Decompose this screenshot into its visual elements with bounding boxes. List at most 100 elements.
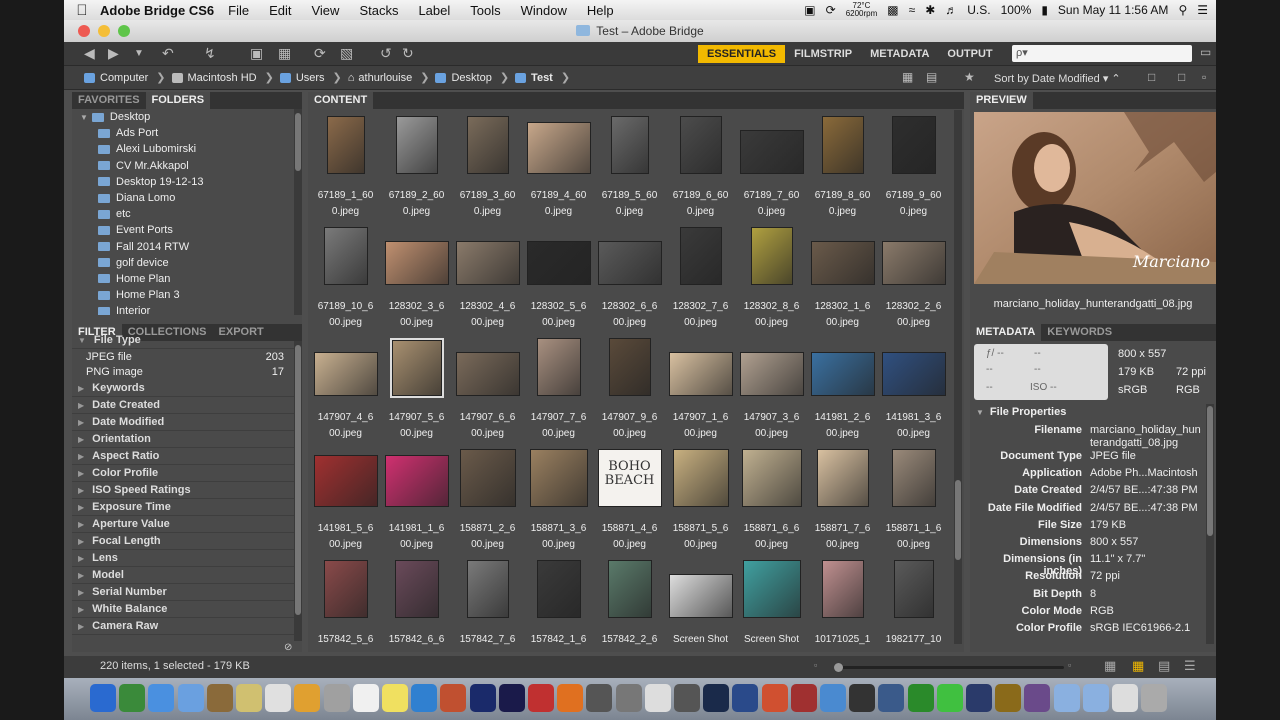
close-window-button[interactable] — [78, 25, 90, 37]
view-options-icon[interactable]: ▤ — [926, 70, 937, 84]
folder-item[interactable]: Home Plan — [72, 271, 302, 287]
filter-model[interactable]: ▶ Model — [72, 567, 294, 584]
tab-preview[interactable]: PREVIEW — [970, 92, 1033, 109]
forward-icon[interactable]: ▶ — [108, 45, 119, 62]
thumbnail-image[interactable] — [893, 560, 934, 618]
breadcrumb-computer[interactable]: Computer — [84, 72, 148, 84]
thumbnail-image[interactable] — [810, 352, 875, 396]
thumbnail-image[interactable] — [610, 116, 649, 174]
sync-icon[interactable]: ⟳ — [826, 3, 836, 17]
folder-item[interactable]: Ads Port — [72, 125, 302, 141]
thumbnail-image[interactable] — [821, 560, 864, 618]
breadcrumb-desktop[interactable]: Desktop — [435, 72, 492, 84]
dock-app-icon[interactable] — [966, 684, 992, 712]
thumbnail-item[interactable]: 158871_2_6 00.jpeg — [452, 443, 523, 554]
thumbnail-image[interactable] — [466, 116, 509, 174]
dock-app-icon[interactable] — [411, 684, 438, 712]
thumbnail-item[interactable]: 141981_5_6 00.jpeg — [310, 443, 381, 554]
folder-item[interactable]: CV Mr.Akkapol — [72, 158, 302, 174]
file-properties-header[interactable]: ▼ File Properties — [976, 406, 1066, 418]
folder-item[interactable]: Alexi Lubomirski — [72, 141, 302, 157]
dock-app-icon[interactable] — [1141, 684, 1168, 712]
back-icon[interactable]: ◀ — [84, 45, 95, 62]
thumbnail-item[interactable]: 128302_8_6 00.jpeg — [736, 221, 807, 332]
rotate-right-icon[interactable]: ↻ — [402, 45, 414, 62]
dock-app-icon[interactable] — [849, 684, 876, 712]
thumbnail-item[interactable]: 158871_1_6 00.jpeg — [878, 443, 948, 554]
thumbnail-item[interactable]: 158871_3_6 00.jpeg — [523, 443, 594, 554]
workspace-filmstrip[interactable]: FILMSTRIP — [785, 45, 861, 63]
thumbnail-item[interactable]: 128302_7_6 00.jpeg — [665, 221, 736, 332]
thumbnail-item[interactable]: 157842_6_6 — [381, 554, 452, 648]
filter-date-created[interactable]: ▶ Date Created — [72, 397, 294, 414]
thumbnail-item[interactable]: 67189_1_60 0.jpeg — [310, 110, 381, 221]
thumbnail-item[interactable]: Screen Shot — [665, 554, 736, 648]
thumbnail-item[interactable]: 157842_5_6 — [310, 554, 381, 648]
thumbnail-item[interactable]: 147907_9_6 00.jpeg — [594, 332, 665, 443]
thumbnail-item[interactable]: 1982177_10 — [878, 554, 948, 648]
thumbnail-item[interactable]: 147907_6_6 00.jpeg — [452, 332, 523, 443]
dock-app-icon[interactable] — [878, 684, 905, 712]
camera-import-icon[interactable]: ▣ — [250, 45, 263, 62]
thumbnail-image[interactable] — [323, 560, 368, 618]
list-view-icon[interactable]: ☰ — [1184, 658, 1196, 674]
thumbnail-item[interactable]: 67189_8_60 0.jpeg — [807, 110, 878, 221]
thumbnail-item[interactable]: 158871_7_6 00.jpeg — [807, 443, 878, 554]
folder-item[interactable]: Diana Lomo — [72, 190, 302, 206]
recent-dropdown-icon[interactable]: ▼ — [134, 48, 144, 59]
menu-tools[interactable]: Tools — [470, 3, 500, 18]
dock-app-icon[interactable] — [907, 684, 934, 712]
breadcrumb-home[interactable]: ⌂ athurlouise — [348, 72, 412, 84]
dock-app-icon[interactable] — [236, 684, 262, 712]
filter-date-modified[interactable]: ▶ Date Modified — [72, 414, 294, 431]
thumbnail-image[interactable] — [536, 560, 581, 618]
folder-item[interactable]: Home Plan 3 — [72, 287, 302, 303]
refine-icon[interactable]: ↯ — [204, 45, 216, 62]
thumbnail-image[interactable] — [466, 560, 509, 618]
thumbnail-item[interactable]: 67189_7_60 0.jpeg — [736, 110, 807, 221]
dock-app-icon[interactable] — [498, 684, 525, 712]
thumbnail-image[interactable] — [739, 352, 804, 396]
thumbnail-item[interactable]: 128302_3_6 00.jpeg — [381, 221, 452, 332]
dock-app-icon[interactable] — [1024, 684, 1051, 712]
thumbnail-image[interactable] — [672, 449, 729, 507]
menu-window[interactable]: Window — [521, 3, 567, 18]
breadcrumb-macintosh-hd[interactable]: Macintosh HD — [171, 72, 257, 84]
filter-focal-length[interactable]: ▶ Focal Length — [72, 533, 294, 550]
refine-dropdown-icon[interactable]: ▦ — [278, 45, 291, 62]
thumbnail-image[interactable] — [529, 449, 588, 507]
filter-aperture[interactable]: ▶ Aperture Value — [72, 516, 294, 533]
volume-icon[interactable]: ♬ — [945, 3, 957, 17]
notification-icon[interactable]: ☰ — [1197, 3, 1208, 17]
thumbnail-image[interactable] — [384, 455, 449, 507]
thumbnail-image[interactable] — [891, 116, 936, 174]
menu-edit[interactable]: Edit — [269, 3, 291, 18]
bluetooth-icon[interactable]: ✱ — [925, 3, 935, 17]
menu-help[interactable]: Help — [587, 3, 614, 18]
thumbnail-item[interactable]: 147907_4_6 00.jpeg — [310, 332, 381, 443]
thumbnail-image[interactable] — [597, 241, 662, 285]
details-view-icon[interactable]: ▤ — [1158, 658, 1170, 674]
thumbnail-item[interactable]: 128302_1_6 00.jpeg — [807, 221, 878, 332]
thumbnail-item[interactable]: 67189_3_60 0.jpeg — [452, 110, 523, 221]
dock-app-icon[interactable] — [586, 684, 613, 712]
tab-folders[interactable]: FOLDERS — [145, 92, 211, 109]
disclosure-down-icon[interactable]: ▼ — [80, 113, 88, 122]
filter-white-balance[interactable]: ▶ White Balance — [72, 601, 294, 618]
thumbnail-item[interactable]: 157842_2_6 — [594, 554, 665, 648]
dock-app-icon[interactable] — [1053, 684, 1080, 712]
dock-app-icon[interactable] — [148, 684, 175, 712]
tab-metadata[interactable]: METADATA — [970, 324, 1042, 341]
app-menu[interactable]: Adobe Bridge CS6 — [100, 3, 214, 18]
tab-favorites[interactable]: FAVORITES — [72, 92, 146, 109]
thumbnail-image[interactable] — [891, 449, 936, 507]
output-icon[interactable]: ▧ — [340, 45, 353, 62]
workspace-output[interactable]: OUTPUT — [938, 45, 1001, 63]
compact-mode-icon[interactable]: ▭ — [1200, 45, 1211, 59]
thumbnail-image[interactable]: BOHO BEACH — [597, 449, 662, 507]
thumbnail-image[interactable] — [326, 116, 365, 174]
locale-indicator[interactable]: U.S. — [967, 3, 990, 17]
dock-app-icon[interactable] — [1082, 684, 1109, 712]
filter-png[interactable]: PNG image 17 — [72, 365, 294, 381]
tab-content[interactable]: CONTENT — [308, 92, 374, 109]
